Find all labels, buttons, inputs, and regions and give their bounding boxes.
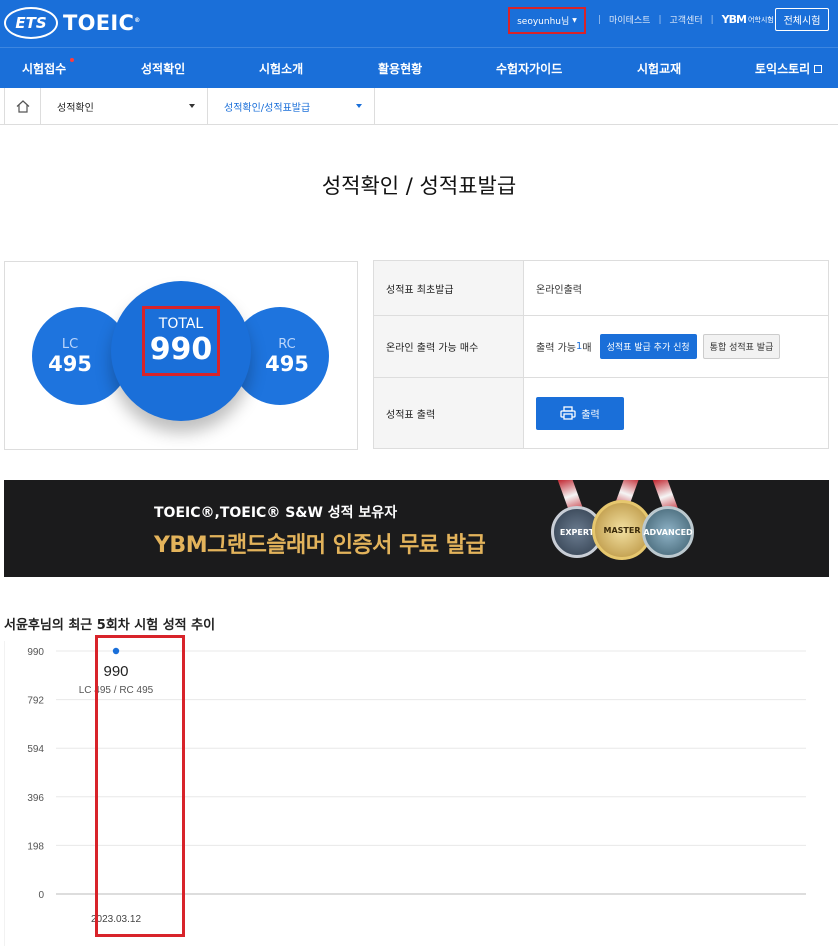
toeic-logo-text: TOEIC® — [63, 11, 141, 35]
info-key: 성적표 출력 — [374, 378, 524, 448]
rc-label: RC — [278, 336, 296, 352]
divider: | — [658, 14, 662, 25]
advanced-medal-icon: ADVANCED — [642, 506, 694, 558]
breadcrumb-select-2[interactable]: 성적확인/성적표발급 — [208, 88, 375, 125]
banner-headline: YBM그랜드슬래머 인증서 무료 발급 — [154, 533, 486, 558]
info-row-first-issue: 성적표 최초발급 온라인출력 — [374, 261, 828, 316]
nav-item-story[interactable]: 토익스토리 — [755, 60, 823, 77]
y-tick-label: 594 — [27, 744, 44, 755]
total-score-circle: TOTAL 990 — [111, 281, 251, 421]
user-menu-button[interactable]: seoyunhu님 ▼ — [508, 7, 586, 34]
mytest-link[interactable]: 마이테스트 — [609, 13, 650, 26]
info-value: 온라인출력 — [536, 284, 582, 296]
nav-label: 토익스토리 — [755, 62, 811, 76]
customer-center-link[interactable]: 고객센터 — [670, 13, 703, 26]
info-row-print: 성적표 출력 출력 — [374, 378, 828, 448]
page-title: 성적확인 / 성적표발급 — [321, 174, 517, 198]
user-name: seoyunhu님 — [517, 17, 570, 27]
nav-item-usage[interactable]: 활용현황 — [378, 60, 422, 77]
info-key: 온라인 출력 가능 매수 — [374, 316, 524, 377]
nav-item-books[interactable]: 시험교재 — [637, 60, 681, 77]
breadcrumb-select-1[interactable]: 성적확인 — [41, 88, 208, 125]
info-value: 출력 가능 1 매 성적표 발급 추가 신청 통합 성적표 발급 — [536, 316, 781, 377]
total-label: TOTAL — [158, 315, 204, 332]
highlight-box — [95, 635, 185, 937]
divider: | — [710, 14, 714, 25]
grandslam-banner[interactable]: TOEIC®,TOEIC® S&W 성적 보유자 YBM그랜드슬래머 인증서 무… — [4, 480, 829, 577]
score-panel: LC 495 RC 495 TOTAL 990 — [4, 261, 358, 450]
nav-label: 시험접수 — [22, 62, 67, 76]
nav-item-guide[interactable]: 수험자가이드 — [496, 60, 562, 77]
breadcrumb-label: 성적확인 — [57, 103, 94, 114]
total-score: 990 — [149, 331, 213, 367]
printer-icon — [560, 406, 576, 420]
print-count-prefix: 출력 가능 — [536, 343, 576, 354]
y-tick-label: 396 — [27, 793, 44, 804]
lc-label: LC — [61, 336, 79, 352]
main-nav: 시험접수 성적확인 시험소개 활용현황 수험자가이드 시험교재 토익스토리 — [0, 47, 838, 88]
home-button[interactable] — [4, 88, 41, 125]
report-info-table: 성적표 최초발급 온라인출력 온라인 출력 가능 매수 출력 가능 1 매 성적… — [373, 260, 829, 449]
toeic-logo[interactable]: ETS TOEIC® — [4, 7, 141, 39]
banner-subtitle: TOEIC®,TOEIC® S&W 성적 보유자 — [154, 505, 398, 521]
home-icon — [16, 100, 29, 113]
info-key: 성적표 최초발급 — [374, 261, 524, 315]
y-tick-label: 990 — [27, 647, 44, 658]
top-header: ETS TOEIC® seoyunhu님 ▼ | 마이테스트 | 고객센터 | … — [0, 0, 838, 47]
print-label: 출력 — [581, 409, 600, 421]
breadcrumb-label: 성적확인/성적표발급 — [224, 103, 311, 114]
divider: | — [598, 14, 602, 25]
ets-logo: ETS — [4, 7, 58, 39]
total-highlight-box: TOTAL 990 — [142, 306, 220, 376]
print-count-suffix: 매 — [582, 343, 592, 354]
ybm-logo[interactable]: YBM — [722, 13, 747, 26]
y-tick-label: 198 — [27, 841, 44, 852]
caret-down-icon — [189, 104, 195, 108]
y-tick-label: 792 — [27, 696, 44, 707]
new-dot-icon — [70, 58, 75, 62]
nav-item-intro[interactable]: 시험소개 — [259, 60, 303, 77]
info-row-print-count: 온라인 출력 가능 매수 출력 가능 1 매 성적표 발급 추가 신청 통합 성… — [374, 316, 828, 378]
info-value: 출력 — [536, 378, 624, 448]
y-tick-label: 0 — [38, 890, 44, 901]
breadcrumb: 성적확인 성적확인/성적표발급 — [0, 88, 838, 125]
caret-down-icon — [356, 104, 362, 108]
lc-score: 495 — [48, 351, 92, 376]
chart-title: 서윤후님의 최근 5회차 시험 성적 추이 — [4, 618, 216, 633]
ybm-sub-label: 어학시험 — [747, 15, 774, 24]
full-exam-button[interactable]: 전체시험 — [775, 8, 829, 31]
rc-score: 495 — [265, 351, 309, 376]
add-issue-button[interactable]: 성적표 발급 추가 신청 — [599, 334, 697, 359]
combined-report-button[interactable]: 통합 성적표 발급 — [702, 334, 781, 359]
nav-item-register[interactable]: 시험접수 — [22, 58, 75, 77]
chevron-down-icon: ▼ — [572, 17, 577, 24]
nav-item-score[interactable]: 성적확인 — [141, 60, 185, 77]
external-link-icon — [814, 65, 823, 73]
top-links: | 마이테스트 | 고객센터 | YBM 어학시험 — [590, 13, 774, 26]
print-button[interactable]: 출력 — [536, 396, 624, 430]
